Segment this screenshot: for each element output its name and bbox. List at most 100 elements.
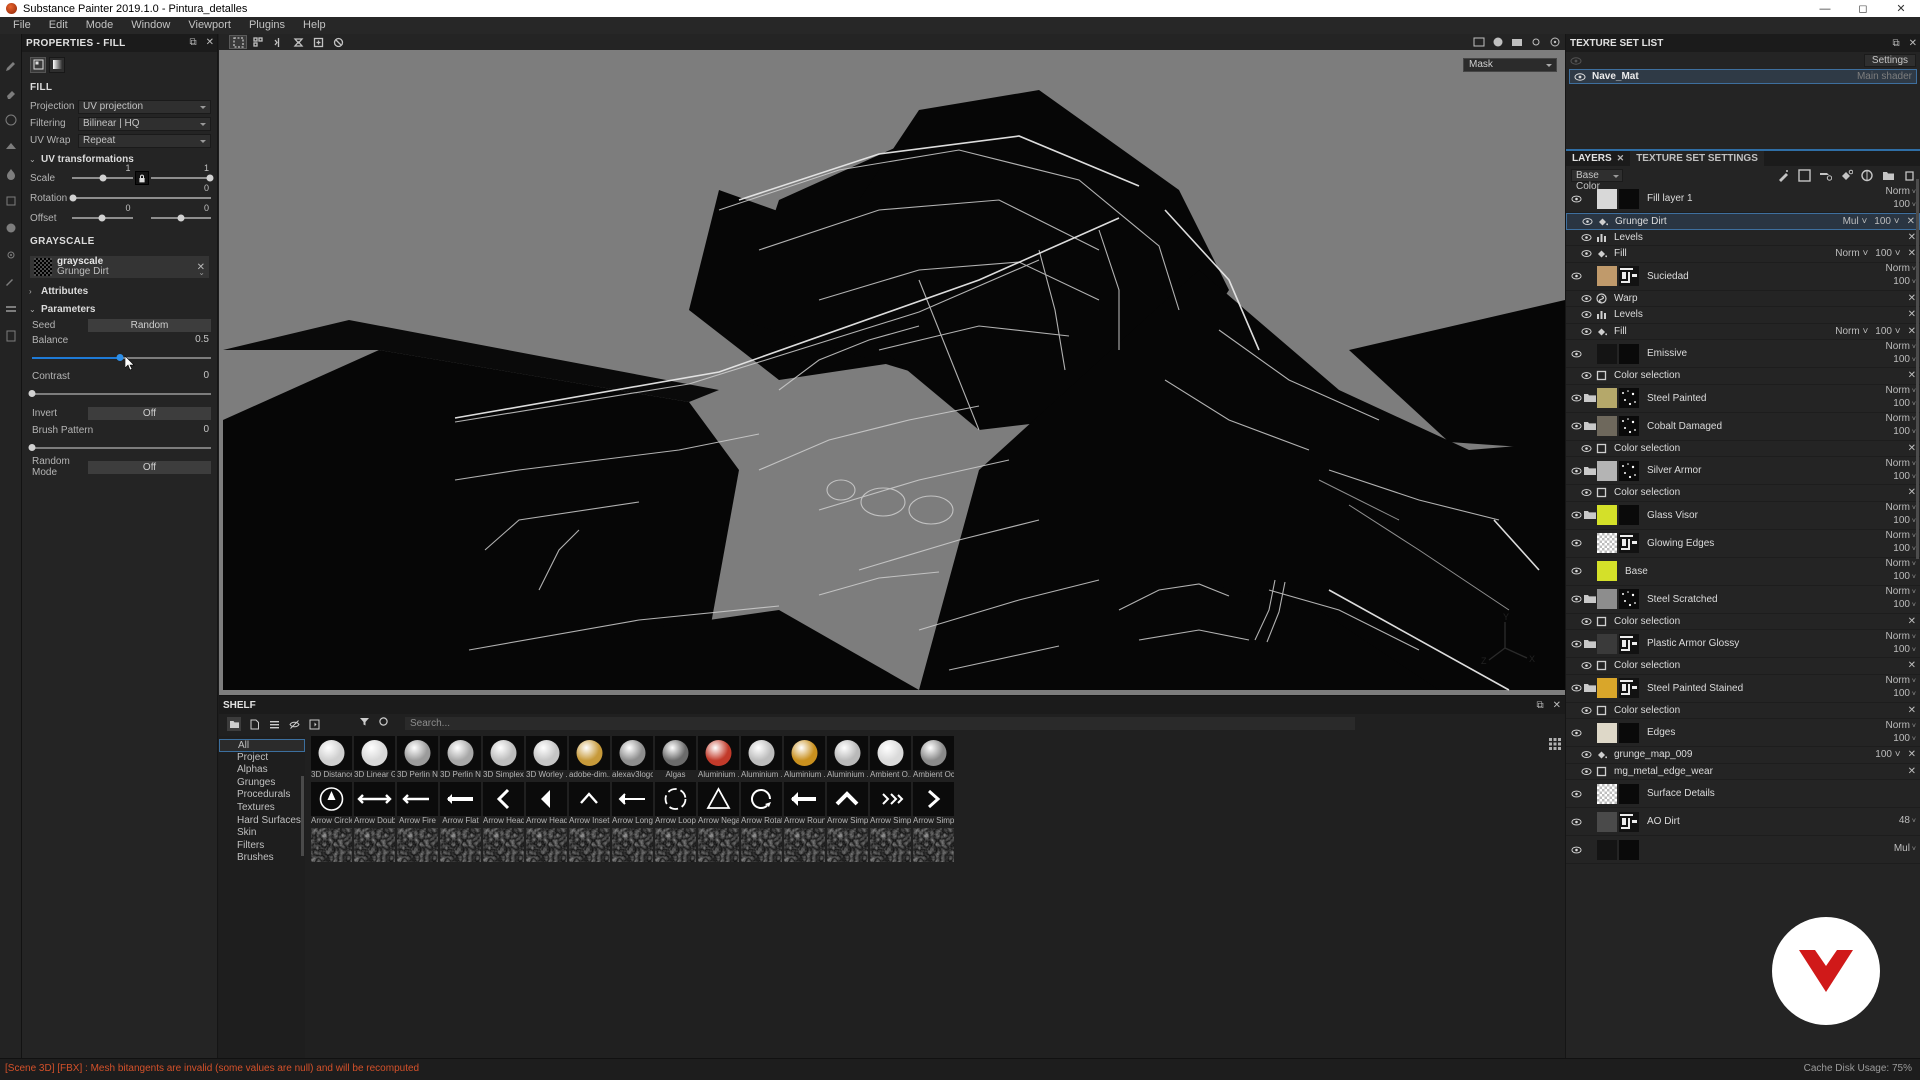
shelf-asset-item[interactable] — [612, 828, 653, 862]
lock-icon[interactable] — [134, 171, 149, 185]
layer-blend-mode[interactable]: Norm — [1886, 341, 1917, 354]
close-icon[interactable]: ✕ — [1908, 232, 1916, 243]
eye-icon[interactable] — [1580, 232, 1593, 243]
eye-icon[interactable] — [1570, 818, 1583, 826]
layer-blend-mode[interactable]: Norm — [1886, 502, 1917, 515]
float-icon[interactable]: ⧉ — [1536, 700, 1543, 711]
maximize-button[interactable]: ◻ — [1844, 0, 1882, 17]
shelf-asset-item[interactable] — [526, 828, 567, 862]
layer-effect-row[interactable]: Color selection ✕ — [1566, 703, 1920, 719]
close-icon[interactable]: ✕ — [1908, 443, 1916, 454]
close-icon[interactable]: ✕ — [1908, 370, 1916, 381]
uvwrap-dropdown[interactable]: Repeat — [78, 133, 211, 148]
layer-opacity[interactable]: 100 — [1893, 199, 1916, 212]
channel-dropdown[interactable]: Base Color — [1571, 169, 1623, 192]
eye-icon[interactable] — [1570, 790, 1583, 798]
shelf-asset-item[interactable] — [440, 828, 481, 862]
folder-icon[interactable] — [1583, 466, 1597, 476]
brush-pattern-slider[interactable] — [28, 443, 211, 452]
shelf-asset-item[interactable]: Arrow Long — [612, 782, 653, 826]
shelf-category-filters[interactable]: Filters — [219, 840, 305, 853]
menu-edit[interactable]: Edit — [40, 17, 77, 34]
eye-icon[interactable] — [1580, 443, 1593, 454]
add-fill-layer-icon[interactable] — [1840, 169, 1853, 182]
layer-row[interactable]: Suciedad Norm100 — [1566, 263, 1920, 291]
shelf-asset-item[interactable] — [913, 828, 954, 862]
shelf-asset-item[interactable]: Arrow Roun... — [784, 782, 825, 826]
effect-opacity[interactable]: 100 ˅ — [1875, 326, 1900, 337]
effect-opacity[interactable]: 100 ˅ — [1875, 749, 1900, 760]
contrast-slider[interactable] — [28, 389, 211, 398]
eye-icon[interactable] — [1580, 309, 1593, 320]
eye-icon[interactable] — [1580, 487, 1593, 498]
add-folder-icon[interactable] — [1882, 169, 1895, 182]
eye-icon[interactable] — [1570, 567, 1583, 575]
layer-effect-row[interactable]: Color selection ✕ — [1566, 441, 1920, 457]
eye-icon[interactable] — [1570, 195, 1583, 203]
material-sphere-icon[interactable] — [3, 220, 19, 236]
shelf-asset-item[interactable]: Aluminium ... — [827, 736, 868, 780]
shelf-asset-item[interactable]: Arrow Double — [354, 782, 395, 826]
float-icon[interactable]: ⧉ — [1892, 38, 1899, 49]
layer-row[interactable]: Base Norm100 — [1566, 558, 1920, 586]
shelf-category-textures[interactable]: Textures — [219, 802, 305, 815]
layer-opacity[interactable]: 100 — [1893, 733, 1916, 746]
float-icon[interactable]: ⧉ — [189, 38, 196, 48]
eye-icon[interactable] — [1570, 422, 1583, 430]
eye-icon[interactable] — [1580, 705, 1593, 716]
shelf-asset-item[interactable]: Aluminium ... — [784, 736, 825, 780]
layer-stack-icon[interactable] — [3, 301, 19, 317]
eye-icon[interactable] — [1581, 216, 1594, 227]
shelf-asset-item[interactable] — [827, 828, 868, 862]
eye-icon[interactable] — [1570, 394, 1583, 402]
mirror-icon[interactable] — [289, 35, 307, 49]
picker-icon[interactable] — [3, 274, 19, 290]
filtering-dropdown[interactable]: Bilinear | HQ — [78, 116, 211, 131]
viewport-3d[interactable]: Mask Y X Z — [219, 50, 1565, 695]
eye-icon[interactable] — [1570, 640, 1583, 648]
shelf-asset-item[interactable]: Aluminium ... — [698, 736, 739, 780]
balance-slider[interactable] — [32, 353, 211, 371]
import-icon[interactable] — [307, 717, 321, 731]
shelf-asset-item[interactable]: Arrow Fire — [397, 782, 438, 826]
layer-stack[interactable]: Fill layer 1 Norm100 Grunge Dirt Mul ˅10… — [1566, 185, 1920, 1058]
add-effect-icon[interactable] — [1819, 169, 1832, 182]
close-icon[interactable]: ✕ — [1907, 216, 1915, 227]
shelf-asset-item[interactable]: Arrow Loop — [655, 782, 696, 826]
layer-opacity[interactable]: 100 — [1893, 426, 1916, 439]
menu-window[interactable]: Window — [122, 17, 179, 34]
shelf-category-skin[interactable]: Skin — [219, 827, 305, 840]
close-icon[interactable]: ✕ — [1908, 660, 1916, 671]
layer-row[interactable]: Edges Norm100 — [1566, 719, 1920, 747]
shelf-asset-item[interactable]: Arrow Rotat... — [741, 782, 782, 826]
tab-material-properties[interactable] — [30, 56, 46, 73]
eye-icon[interactable] — [1570, 684, 1583, 692]
grayscale-slot[interactable]: grayscale Grunge Dirt ✕ ⌄ — [30, 256, 209, 278]
layer-effect-row[interactable]: Levels ✕ — [1566, 307, 1920, 324]
layer-effect-row[interactable]: Fill Norm ˅ 100 ˅ ✕ — [1566, 246, 1920, 263]
uv-transformations-group[interactable]: ⌄ UV transformations — [22, 150, 217, 168]
shelf-asset-item[interactable]: 3D Perlin N... — [440, 736, 481, 780]
shelf-asset-item[interactable]: 3D Worley ... — [526, 736, 567, 780]
scale-slider-1[interactable]: 1 — [72, 163, 133, 185]
layer-row[interactable]: Cobalt Damaged Norm100 — [1566, 413, 1920, 441]
layer-opacity[interactable]: 48 — [1899, 815, 1916, 828]
close-icon[interactable]: ✕ — [1617, 153, 1625, 164]
layer-blend-mode[interactable]: Norm — [1886, 720, 1917, 733]
layer-opacity[interactable]: 100 — [1893, 398, 1916, 411]
paint-brush-icon[interactable] — [3, 58, 19, 74]
eye-icon[interactable] — [1580, 326, 1593, 337]
texture-set-settings-dropdown[interactable]: Settings — [1864, 54, 1916, 67]
tab-layers[interactable]: LAYERS ✕ — [1566, 151, 1630, 166]
list-view-icon[interactable] — [267, 717, 281, 731]
layer-opacity[interactable]: 100 — [1893, 571, 1916, 584]
layer-effect-row[interactable]: Color selection ✕ — [1566, 485, 1920, 502]
document-icon[interactable] — [3, 328, 19, 344]
eye-icon[interactable] — [1574, 72, 1586, 81]
shelf-asset-item[interactable]: 3D Perlin N... — [397, 736, 438, 780]
shelf-asset-item[interactable]: Arrow Circle — [311, 782, 352, 826]
eye-icon[interactable] — [1580, 248, 1593, 259]
layer-opacity[interactable]: 100 — [1893, 599, 1916, 612]
symmetry-icon[interactable] — [269, 35, 287, 49]
shelf-asset-item[interactable] — [655, 828, 696, 862]
